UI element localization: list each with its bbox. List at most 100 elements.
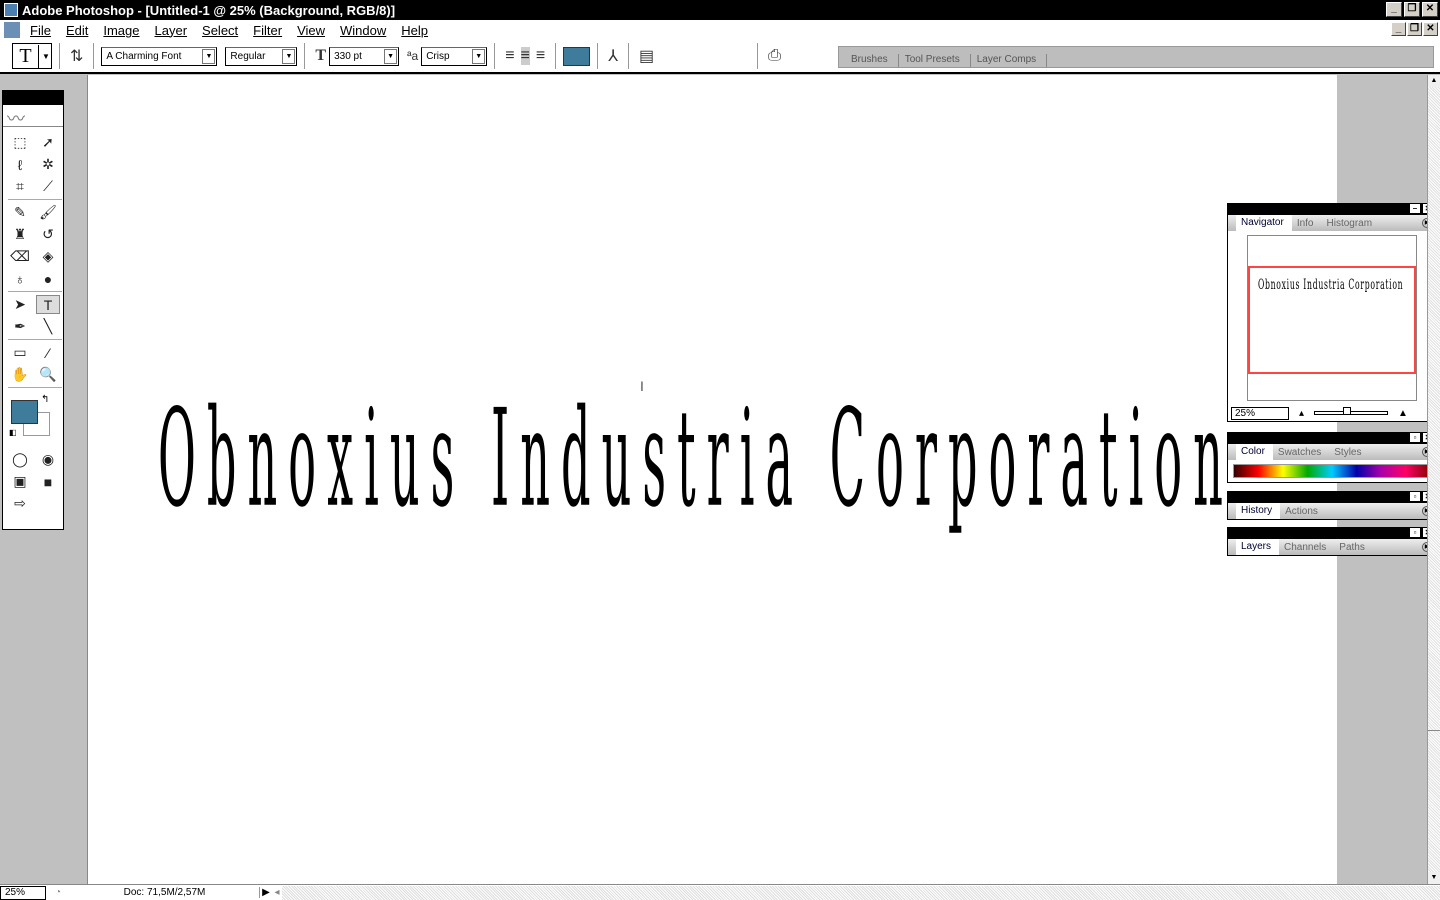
horizontal-scrollbar[interactable] <box>282 885 1440 900</box>
doc-minimize-button[interactable]: _ <box>1391 22 1406 36</box>
file-browser-icon[interactable]: ⎙ <box>768 47 781 65</box>
navigator-thumbnail[interactable]: Obnoxius Industria Corporation <box>1247 235 1417 401</box>
tab-paths[interactable]: Paths <box>1334 542 1373 553</box>
tab-histogram[interactable]: Histogram <box>1322 218 1381 229</box>
pen-tool-icon[interactable]: ✒ <box>8 317 32 336</box>
hand-tool-icon[interactable]: ✋ <box>8 365 32 384</box>
tab-channels[interactable]: Channels <box>1279 542 1334 553</box>
tab-layers[interactable]: Layers <box>1236 539 1280 555</box>
restore-button[interactable]: ❐ <box>1404 2 1420 17</box>
canvas-text-layer[interactable]: Obnoxius Industria Corporation <box>158 380 1223 537</box>
type-tool-icon[interactable]: T <box>36 295 60 314</box>
jump-to-imageready-icon[interactable]: ⇨ <box>8 494 32 513</box>
font-style-select[interactable]: Regular ▼ <box>225 46 298 66</box>
zoom-tool-icon[interactable]: 🔍 <box>36 365 60 384</box>
layers-panel: ▫✕ Layers Channels Paths ▶ <box>1227 527 1437 556</box>
full-screen-mode-icon[interactable]: ■ <box>36 472 60 491</box>
blur-tool-icon[interactable]: ♁ <box>8 269 32 288</box>
menu-view[interactable]: View <box>297 23 325 38</box>
standard-mode-icon[interactable]: ◯ <box>8 450 32 469</box>
menu-help[interactable]: Help <box>401 23 428 38</box>
panel-minimize-icon[interactable]: ▫ <box>1410 492 1420 501</box>
move-tool-icon[interactable]: ➚ <box>36 133 60 152</box>
lasso-tool-icon[interactable]: ℓ <box>8 155 32 174</box>
history-brush-tool-icon[interactable]: ↺ <box>36 225 60 244</box>
zoom-in-icon[interactable]: ▲ <box>1398 408 1408 419</box>
screen-mode-icon[interactable]: ▣ <box>8 472 32 491</box>
status-zoom-field[interactable]: 25% <box>0 885 46 900</box>
status-menu-arrow-icon[interactable]: ▶ <box>260 887 272 898</box>
scroll-down-icon[interactable]: ▼ <box>1428 872 1440 884</box>
scroll-left-icon[interactable]: ◂ <box>272 887 282 898</box>
color-spectrum[interactable] <box>1233 464 1431 478</box>
paint-bucket-tool-icon[interactable]: ◈ <box>36 247 60 266</box>
status-bar: 25% ◔ Doc: 71,5M/2,57M ▶ ◂ <box>0 884 1440 900</box>
line-tool-icon[interactable]: ╲ <box>36 317 60 336</box>
clone-stamp-tool-icon[interactable]: ♜ <box>8 225 32 244</box>
doc-restore-button[interactable]: ❐ <box>1407 22 1422 36</box>
zoom-out-icon[interactable]: ▴ <box>1299 408 1304 419</box>
menu-image[interactable]: Image <box>103 23 139 38</box>
tab-color[interactable]: Color <box>1236 444 1273 460</box>
panel-minimize-icon[interactable]: ▫ <box>1410 528 1420 537</box>
text-orientation-icon[interactable]: ⇅ <box>70 46 83 66</box>
document-canvas[interactable]: Obnoxius Industria Corporation I <box>87 75 1337 884</box>
close-button[interactable]: ✕ <box>1422 2 1438 17</box>
align-center-icon[interactable]: ≡ <box>520 47 530 65</box>
scroll-up-icon[interactable]: ▲ <box>1428 75 1440 87</box>
window-title: Adobe Photoshop - [Untitled-1 @ 25% (Bac… <box>22 2 396 18</box>
menu-layer[interactable]: Layer <box>155 23 188 38</box>
align-right-icon[interactable]: ≡ <box>536 47 545 65</box>
dodge-tool-icon[interactable]: ● <box>36 269 60 288</box>
text-color-swatch[interactable] <box>563 46 591 66</box>
eraser-tool-icon[interactable]: ⌫ <box>8 247 32 266</box>
well-tab-brushes[interactable]: Brushes <box>845 54 899 67</box>
doc-size-info: Doc: 71,5M/2,57M <box>70 887 260 898</box>
antialias-icon: ªa <box>407 49 419 63</box>
font-size-select[interactable]: 330 pt ▼ <box>329 46 400 66</box>
align-left-icon[interactable]: ≡ <box>505 47 514 65</box>
minimize-button[interactable]: _ <box>1386 2 1402 17</box>
toolbox: 〰 ⬚ ➚ ℓ ✲ ⌗ ⟋ ✎ 🖌 ♜ ↺ ⌫ ◈ ♁ ● ➤ T ✒ ╲ ▭ ⁄ ✋ 🔍 ↰ ◧ ◯… <box>2 90 64 530</box>
font-family-select[interactable]: A Charming Font ▼ <box>101 46 218 66</box>
default-colors-icon[interactable]: ◧ <box>9 428 17 437</box>
vertical-scrollbar[interactable]: ▲ ▼ <box>1427 75 1440 884</box>
tab-styles[interactable]: Styles <box>1329 447 1369 458</box>
menu-window[interactable]: Window <box>340 23 386 38</box>
menu-edit[interactable]: Edit <box>66 23 88 38</box>
notes-tool-icon[interactable]: ▭ <box>8 343 32 362</box>
quick-mask-mode-icon[interactable]: ◉ <box>36 450 60 469</box>
antialias-select[interactable]: Crisp ▼ <box>421 46 488 66</box>
marquee-tool-icon[interactable]: ⬚ <box>8 133 32 152</box>
eyedropper-tool-icon[interactable]: ⁄ <box>36 343 60 362</box>
foreground-color-swatch[interactable] <box>11 400 38 424</box>
doc-close-button[interactable]: ✕ <box>1423 22 1438 36</box>
menu-filter[interactable]: Filter <box>253 23 282 38</box>
zoom-slider[interactable] <box>1314 407 1389 415</box>
tab-swatches[interactable]: Swatches <box>1273 447 1329 458</box>
swap-colors-icon[interactable]: ↰ <box>41 394 49 405</box>
healing-brush-tool-icon[interactable]: ✎ <box>8 203 32 222</box>
brush-tool-icon[interactable]: 🖌 <box>36 203 60 222</box>
navigator-zoom-field[interactable]: 25% <box>1231 406 1289 420</box>
magic-wand-tool-icon[interactable]: ✲ <box>36 155 60 174</box>
palettes-toggle-icon[interactable]: ▤ <box>639 46 654 66</box>
panel-minimize-icon[interactable]: – <box>1410 204 1420 213</box>
type-tool-icon: T <box>13 44 39 68</box>
tab-history[interactable]: History <box>1236 503 1281 519</box>
well-tab-tool-presets[interactable]: Tool Presets <box>899 54 971 67</box>
text-cursor-icon: I <box>640 378 644 394</box>
well-tab-layer-comps[interactable]: Layer Comps <box>971 54 1048 67</box>
tab-actions[interactable]: Actions <box>1280 506 1326 517</box>
crop-tool-icon[interactable]: ⌗ <box>8 177 32 196</box>
menu-select[interactable]: Select <box>202 23 238 38</box>
panel-minimize-icon[interactable]: ▫ <box>1410 433 1420 442</box>
tool-preset-picker[interactable]: T ▼ <box>12 43 52 69</box>
menu-file[interactable]: File <box>30 23 51 38</box>
slice-tool-icon[interactable]: ⟋ <box>36 177 60 196</box>
tab-navigator[interactable]: Navigator <box>1236 215 1292 231</box>
path-selection-tool-icon[interactable]: ➤ <box>8 295 32 314</box>
tab-info[interactable]: Info <box>1292 218 1322 229</box>
document-icon <box>4 22 20 38</box>
warp-text-icon[interactable]: ⅄ <box>608 46 618 66</box>
